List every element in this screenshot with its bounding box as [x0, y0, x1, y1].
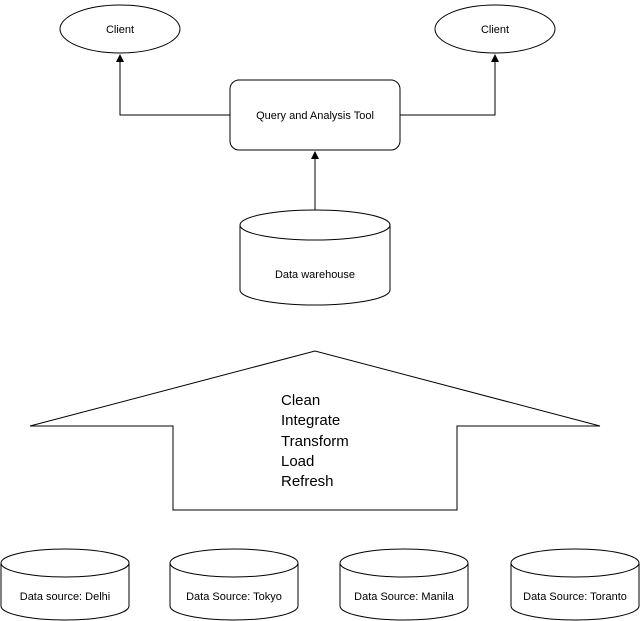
source-toronto: Data Source: Toranto	[510, 548, 640, 621]
source-manila: Data Source: Manila	[339, 548, 469, 621]
source-label: Data Source: Toranto	[523, 591, 627, 603]
source-label: Data source: Delhi	[20, 591, 111, 603]
step-load: Load	[281, 453, 314, 470]
query-tool-node: Query and Analysis Tool	[229, 79, 401, 151]
warehouse-cylinder: Data warehouse	[239, 209, 391, 306]
warehouse-label: Data warehouse	[275, 269, 355, 281]
query-tool-label: Query and Analysis Tool	[256, 110, 374, 122]
step-transform: Transform	[281, 433, 349, 450]
client-right-node: Client	[434, 4, 556, 54]
client-left-node: Client	[59, 4, 181, 54]
diagram: Client Client Query and Analysis Tool Da…	[0, 4, 640, 621]
step-integrate: Integrate	[281, 412, 340, 429]
step-clean: Clean	[281, 392, 320, 409]
source-label: Data Source: Manila	[354, 591, 455, 603]
arrow-tool-to-client-left	[116, 54, 230, 116]
etl-arrow: Clean Integrate Transform Load Refresh	[29, 350, 601, 511]
source-label: Data Source: Tokyo	[186, 591, 282, 603]
client-right-label: Client	[481, 24, 509, 36]
source-tokyo: Data Source: Tokyo	[169, 548, 299, 621]
client-left-label: Client	[106, 24, 134, 36]
step-refresh: Refresh	[281, 473, 334, 490]
arrow-tool-to-client-right	[400, 54, 499, 116]
source-delhi: Data source: Delhi	[0, 548, 130, 621]
